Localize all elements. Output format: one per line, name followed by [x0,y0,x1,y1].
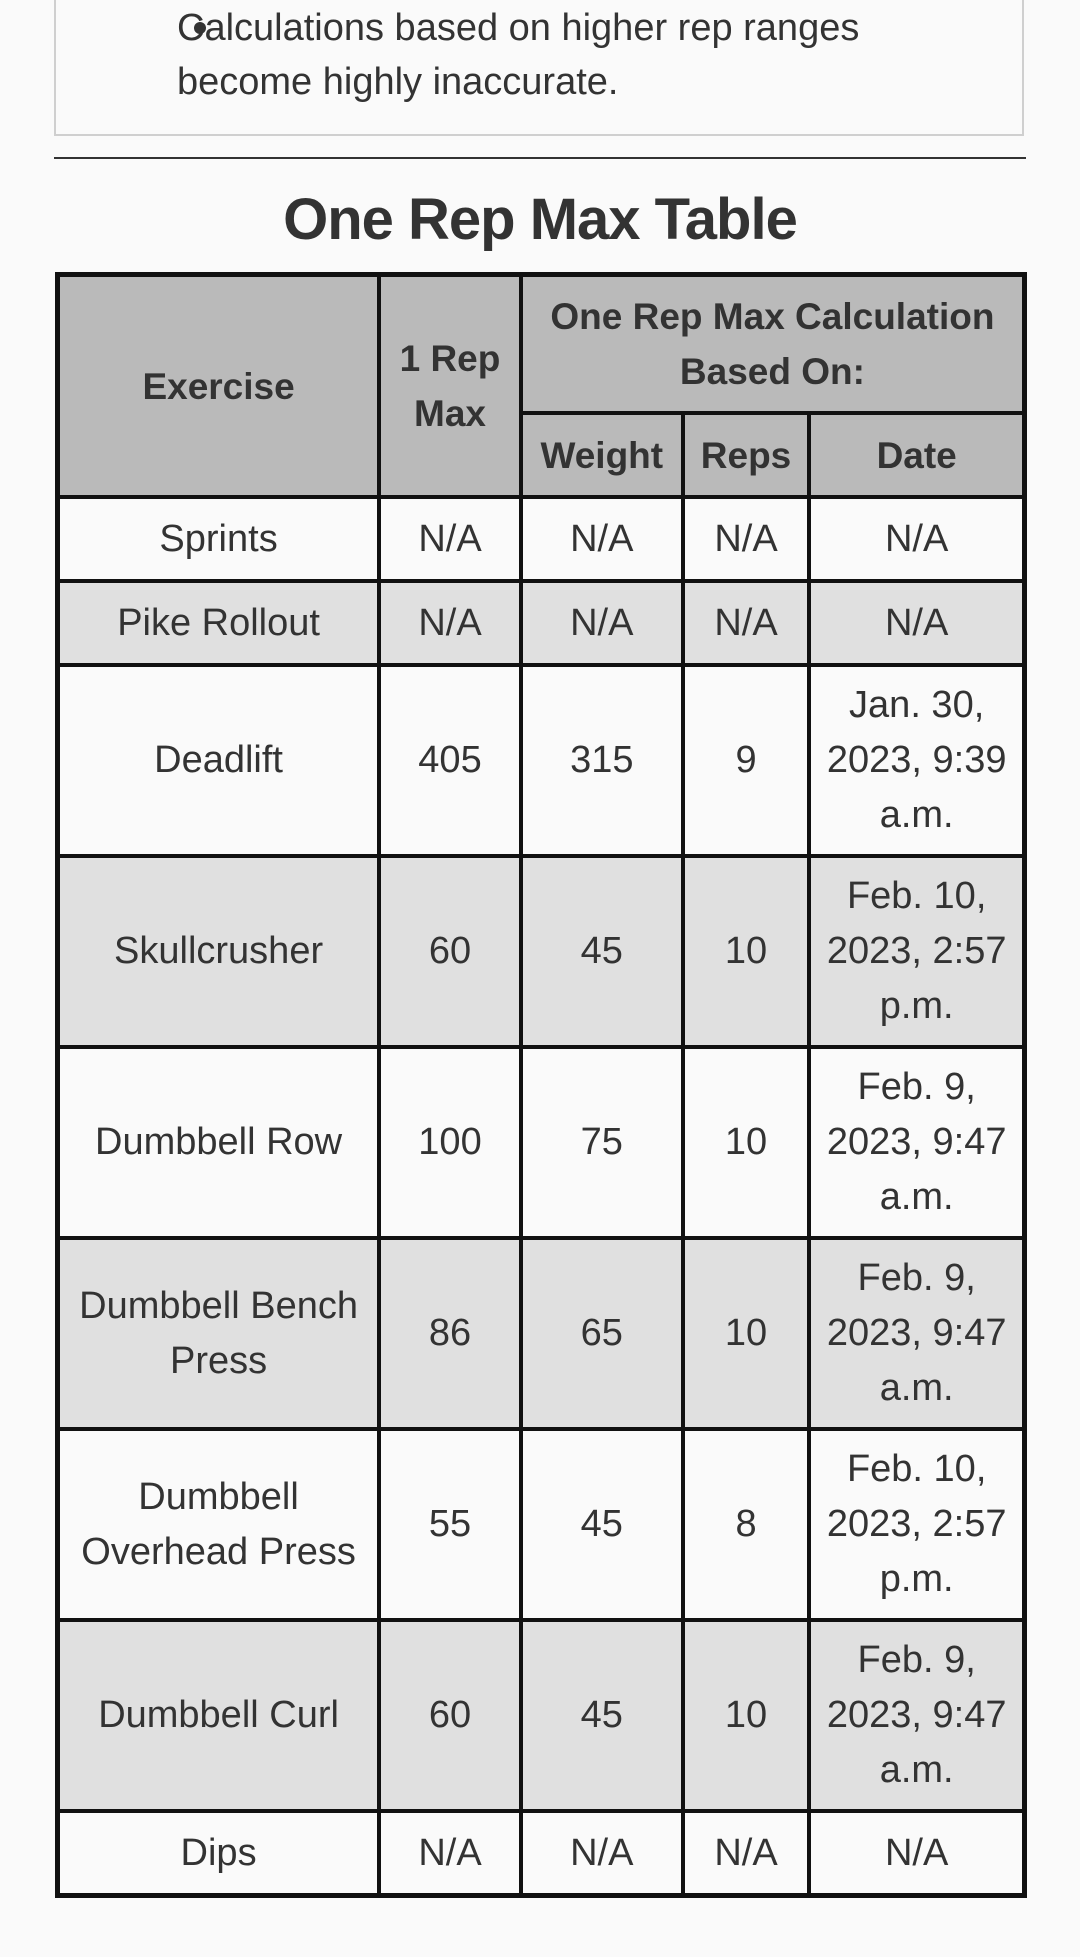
cell-reps: N/A [680,1809,812,1898]
cell-exercise: Dumbbell Row [55,1045,382,1240]
note-text: Calculations based on higher rep ranges … [177,7,860,103]
header-exercise: Exercise [55,272,382,499]
cell-exercise: Skullcrusher [55,854,382,1049]
table-row: Skullcrusher 60 45 10 Feb. 10, 2023, 2:57 p.… [55,854,1027,1049]
cell-reps: 10 [680,1236,812,1431]
cell-one-rep-max: N/A [377,1809,523,1898]
table-row: Pike Rollout N/A N/A N/A N/A [55,579,1027,667]
cell-reps: N/A [680,495,812,583]
cell-reps: N/A [680,579,812,667]
table-row: Dumbbell Curl 60 45 10 Feb. 9, 2023, 9:47 a.… [55,1618,1027,1813]
cell-date: Feb. 9, 2023, 9:47 a.m. [807,1618,1027,1813]
one-rep-max-table: Exercise 1 Rep Max One Rep Max Calculati… [55,272,1027,1898]
cell-exercise: Pike Rollout [55,579,382,667]
cell-weight: 75 [518,1045,685,1240]
cell-one-rep-max: 86 [377,1236,523,1431]
cell-date: Feb. 10, 2023, 2:57 p.m. [807,1427,1027,1622]
cell-exercise: Sprints [55,495,382,583]
table-row: Dips N/A N/A N/A N/A [55,1809,1027,1898]
cell-date: N/A [807,579,1027,667]
cell-reps: 10 [680,1045,812,1240]
table-row: Sprints N/A N/A N/A N/A [55,495,1027,583]
header-one-rep-max: 1 Rep Max [377,272,523,499]
header-date: Date [807,411,1027,499]
cell-date: Feb. 9, 2023, 9:47 a.m. [807,1236,1027,1431]
cell-reps: 9 [680,663,812,858]
cell-weight: 315 [518,663,685,858]
cell-reps: 10 [680,1618,812,1813]
table-row: Dumbbell Bench Press 86 65 10 Feb. 9, 2023, … [55,1236,1027,1431]
cell-exercise: Deadlift [55,663,382,858]
cell-weight: 65 [518,1236,685,1431]
cell-one-rep-max: 55 [377,1427,523,1622]
cell-one-rep-max: N/A [377,495,523,583]
cell-exercise: Dumbbell Bench Press [55,1236,382,1431]
header-reps: Reps [680,411,812,499]
cell-weight: N/A [518,495,685,583]
cell-date: Feb. 9, 2023, 9:47 a.m. [807,1045,1027,1240]
cell-weight: 45 [518,854,685,1049]
cell-reps: 10 [680,854,812,1049]
section-divider [54,157,1026,159]
cell-date: Jan. 30, 2023, 9:39 a.m. [807,663,1027,858]
cell-date: N/A [807,495,1027,583]
table-row: Dumbbell Overhead Press 55 45 8 Feb. 10, 202… [55,1427,1027,1622]
cell-weight: 45 [518,1618,685,1813]
cell-one-rep-max: 60 [377,854,523,1049]
section-title: One Rep Max Table [283,187,798,252]
header-calculation-group: One Rep Max Calculation Based On: [518,272,1027,415]
cell-one-rep-max: 405 [377,663,523,858]
cell-exercise: Dumbbell Overhead Press [55,1427,382,1622]
cell-date: Feb. 10, 2023, 2:57 p.m. [807,854,1027,1049]
cell-date: N/A [807,1809,1027,1898]
cell-weight: N/A [518,579,685,667]
cell-one-rep-max: 60 [377,1618,523,1813]
header-weight: Weight [518,411,685,499]
cell-one-rep-max: 100 [377,1045,523,1240]
cell-reps: 8 [680,1427,812,1622]
table-row: Dumbbell Row 100 75 10 Feb. 9, 2023, 9:47 a.… [55,1045,1027,1240]
cell-weight: N/A [518,1809,685,1898]
notes-box: Calculations based on higher rep ranges … [54,0,1024,136]
cell-one-rep-max: N/A [377,579,523,667]
cell-exercise: Dips [55,1809,382,1898]
cell-exercise: Dumbbell Curl [55,1618,382,1813]
cell-weight: 45 [518,1427,685,1622]
table-row: Deadlift 405 315 9 Jan. 30, 2023, 9:39 a.m. [55,663,1027,858]
